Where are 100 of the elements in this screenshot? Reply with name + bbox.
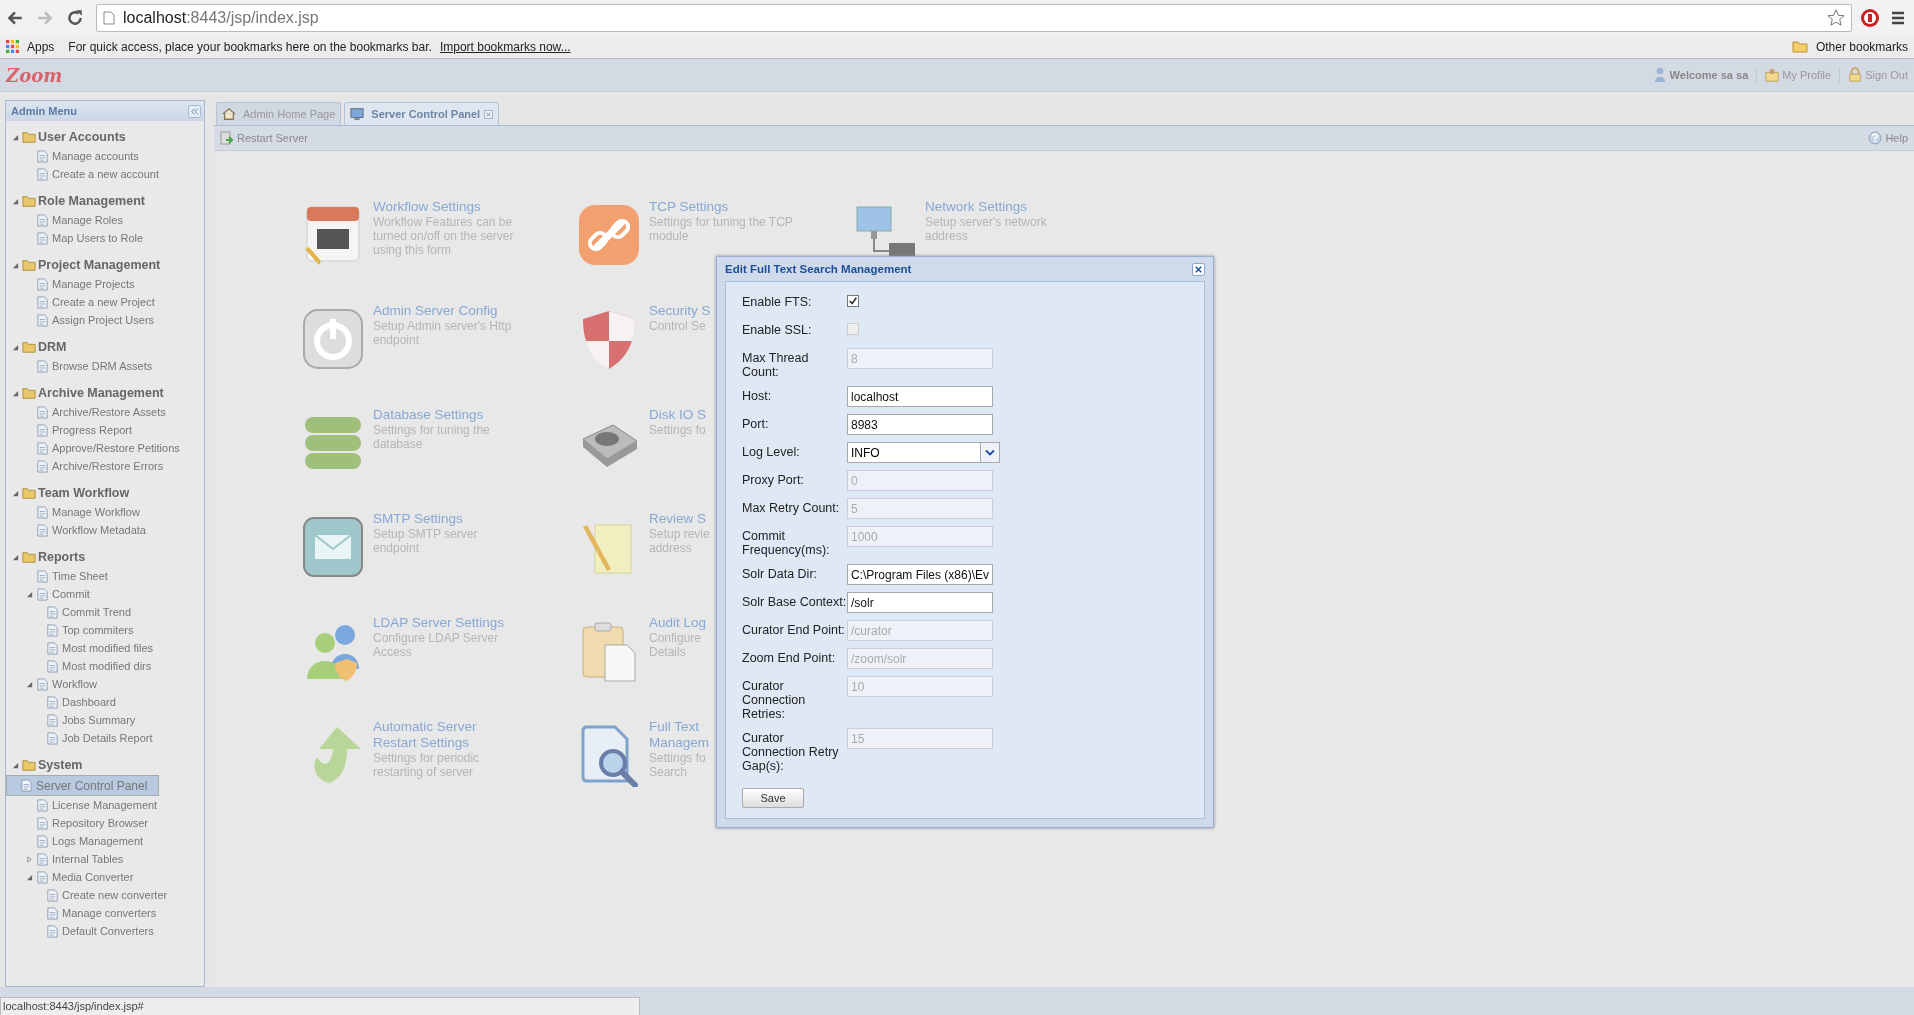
- menu-item[interactable]: Create a new account: [52, 168, 159, 180]
- document-icon: [36, 816, 49, 830]
- link-icon[interactable]: [577, 203, 641, 267]
- menu-item[interactable]: Dashboard: [62, 696, 116, 708]
- reload-icon[interactable]: [66, 8, 84, 27]
- tile-title-link[interactable]: Automatic Server Restart Settings: [373, 719, 480, 751]
- tile-title-link[interactable]: Audit Log: [649, 615, 707, 631]
- tile-title-link[interactable]: Workflow Settings: [373, 199, 514, 215]
- folder-icon: [22, 258, 36, 272]
- tile-title-link[interactable]: SMTP Settings: [373, 511, 478, 527]
- envelope-icon[interactable]: [301, 515, 365, 579]
- tile-title-link[interactable]: Review S: [649, 511, 710, 527]
- tile-title-link[interactable]: Disk IO S: [649, 407, 706, 423]
- expanded-triangle-icon[interactable]: [12, 761, 19, 769]
- menu-item[interactable]: Create new converter: [62, 889, 168, 901]
- folder-icon: [22, 340, 36, 354]
- expanded-triangle-icon[interactable]: [12, 343, 19, 351]
- field-label: Commit Frequency(ms):: [742, 528, 831, 557]
- power-icon[interactable]: [301, 307, 365, 371]
- menu-item[interactable]: Manage Roles: [52, 214, 123, 226]
- menu-group-label[interactable]: Archive Management: [38, 386, 164, 400]
- tile-title-link[interactable]: TCP Settings: [649, 199, 793, 215]
- menu-item[interactable]: Logs Management: [52, 835, 144, 847]
- expanded-triangle-icon[interactable]: [26, 873, 33, 881]
- menu-item[interactable]: Progress Report: [52, 424, 133, 436]
- tab[interactable]: Server Control Panel: [344, 102, 500, 125]
- menu-item[interactable]: Commit: [52, 588, 90, 600]
- menu-item[interactable]: Browse DRM Assets: [52, 360, 153, 372]
- menu-item[interactable]: Workflow: [52, 678, 98, 690]
- tile-title-link[interactable]: Database Settings: [373, 407, 490, 423]
- expanded-triangle-icon[interactable]: [26, 590, 33, 598]
- other-bookmarks-link[interactable]: Other bookmarks: [1815, 39, 1908, 54]
- menu-item[interactable]: Map Users to Role: [52, 232, 144, 244]
- menu-group-label[interactable]: System: [38, 758, 83, 772]
- header-link[interactable]: Sign Out: [1865, 69, 1908, 81]
- menu-item[interactable]: Archive/Restore Errors: [52, 460, 164, 472]
- monitor-icon: [350, 107, 365, 121]
- menu-item[interactable]: Archive/Restore Assets: [52, 406, 166, 418]
- input-field[interactable]: /solr: [847, 592, 993, 613]
- restart-server-button[interactable]: Restart Server: [218, 129, 310, 147]
- star-icon[interactable]: [1827, 8, 1845, 27]
- menu-item[interactable]: Manage Projects: [52, 278, 135, 290]
- menu-item[interactable]: Assign Project Users: [52, 314, 155, 326]
- input-field[interactable]: 8983: [847, 414, 993, 435]
- menu-group-label[interactable]: Project Management: [38, 258, 161, 272]
- menu-item[interactable]: Job Details Report: [62, 732, 153, 744]
- menu-item[interactable]: Repository Browser: [52, 817, 148, 829]
- menu-item-highlight[interactable]: Server Control Panel: [6, 775, 159, 796]
- tile-title-link[interactable]: Security S: [649, 303, 711, 319]
- expanded-triangle-icon[interactable]: [26, 680, 33, 688]
- apps-grid-icon[interactable]: [6, 40, 19, 53]
- menu-item[interactable]: License Management: [52, 799, 158, 811]
- collapsed-triangle-icon[interactable]: [26, 855, 33, 863]
- menu-group-label[interactable]: Team Workflow: [38, 486, 130, 500]
- menu-item[interactable]: Manage converters: [62, 907, 157, 919]
- menu-item[interactable]: Internal Tables: [52, 853, 124, 865]
- tile-title-link[interactable]: LDAP Server Settings: [373, 615, 505, 631]
- input-field[interactable]: localhost: [847, 386, 993, 407]
- tab[interactable]: Admin Home Page: [216, 102, 342, 125]
- menu-group-label[interactable]: Reports: [38, 550, 86, 564]
- input-field[interactable]: C:\Program Files (x86)\Ev: [847, 564, 993, 585]
- document-icon: [46, 641, 59, 655]
- save-button[interactable]: Save: [742, 788, 804, 808]
- menu-item[interactable]: Create a new Project: [52, 296, 155, 308]
- help-button[interactable]: Help: [1866, 129, 1910, 147]
- tile-title-link[interactable]: Admin Server Config: [373, 303, 512, 319]
- menu-group-label[interactable]: Role Management: [38, 194, 145, 208]
- menu-item[interactable]: Most modified files: [62, 642, 154, 654]
- checkbox[interactable]: [847, 295, 859, 307]
- expanded-triangle-icon[interactable]: [12, 489, 19, 497]
- dropdown[interactable]: INFO: [847, 442, 1000, 463]
- menu-item[interactable]: Manage accounts: [52, 150, 139, 162]
- menu-item[interactable]: Top commiters: [62, 624, 134, 636]
- expanded-triangle-icon[interactable]: [12, 389, 19, 397]
- menu-item[interactable]: Media Converter: [52, 871, 134, 883]
- import-bookmarks-link[interactable]: Import bookmarks now...: [439, 39, 571, 54]
- collapse-icon[interactable]: [188, 104, 201, 118]
- document-icon: [20, 779, 33, 792]
- expanded-triangle-icon[interactable]: [12, 133, 19, 141]
- stop-sign-icon[interactable]: [1860, 7, 1880, 28]
- menu-item[interactable]: Commit Trend: [62, 606, 132, 618]
- expanded-triangle-icon[interactable]: [12, 553, 19, 561]
- menu-item[interactable]: Manage Workflow: [52, 506, 140, 518]
- tile-title-link[interactable]: Full Text Managem: [649, 719, 710, 751]
- menu-item[interactable]: Jobs Summary: [62, 714, 136, 726]
- expanded-triangle-icon[interactable]: [12, 261, 19, 269]
- tile-title-link[interactable]: Network Settings: [925, 199, 1047, 215]
- menu-item[interactable]: Workflow Metadata: [52, 524, 146, 536]
- menu-item[interactable]: Time Sheet: [52, 570, 108, 582]
- menu-item[interactable]: Default Converters: [62, 925, 154, 937]
- menu-item[interactable]: Server Control Panel: [36, 778, 148, 793]
- header-link[interactable]: My Profile: [1782, 69, 1832, 81]
- menu-item[interactable]: Most modified dirs: [62, 660, 152, 672]
- address-bar[interactable]: localhost:8443/jsp/index.jsp: [96, 3, 1852, 32]
- menu-item[interactable]: Approve/Restore Petitions: [52, 442, 180, 454]
- menu-group-label[interactable]: User Accounts: [38, 130, 126, 144]
- close-icon[interactable]: [1192, 262, 1205, 276]
- apps-link[interactable]: Apps: [27, 39, 55, 54]
- expanded-triangle-icon[interactable]: [12, 197, 19, 205]
- menu-group-label[interactable]: DRM: [38, 340, 67, 354]
